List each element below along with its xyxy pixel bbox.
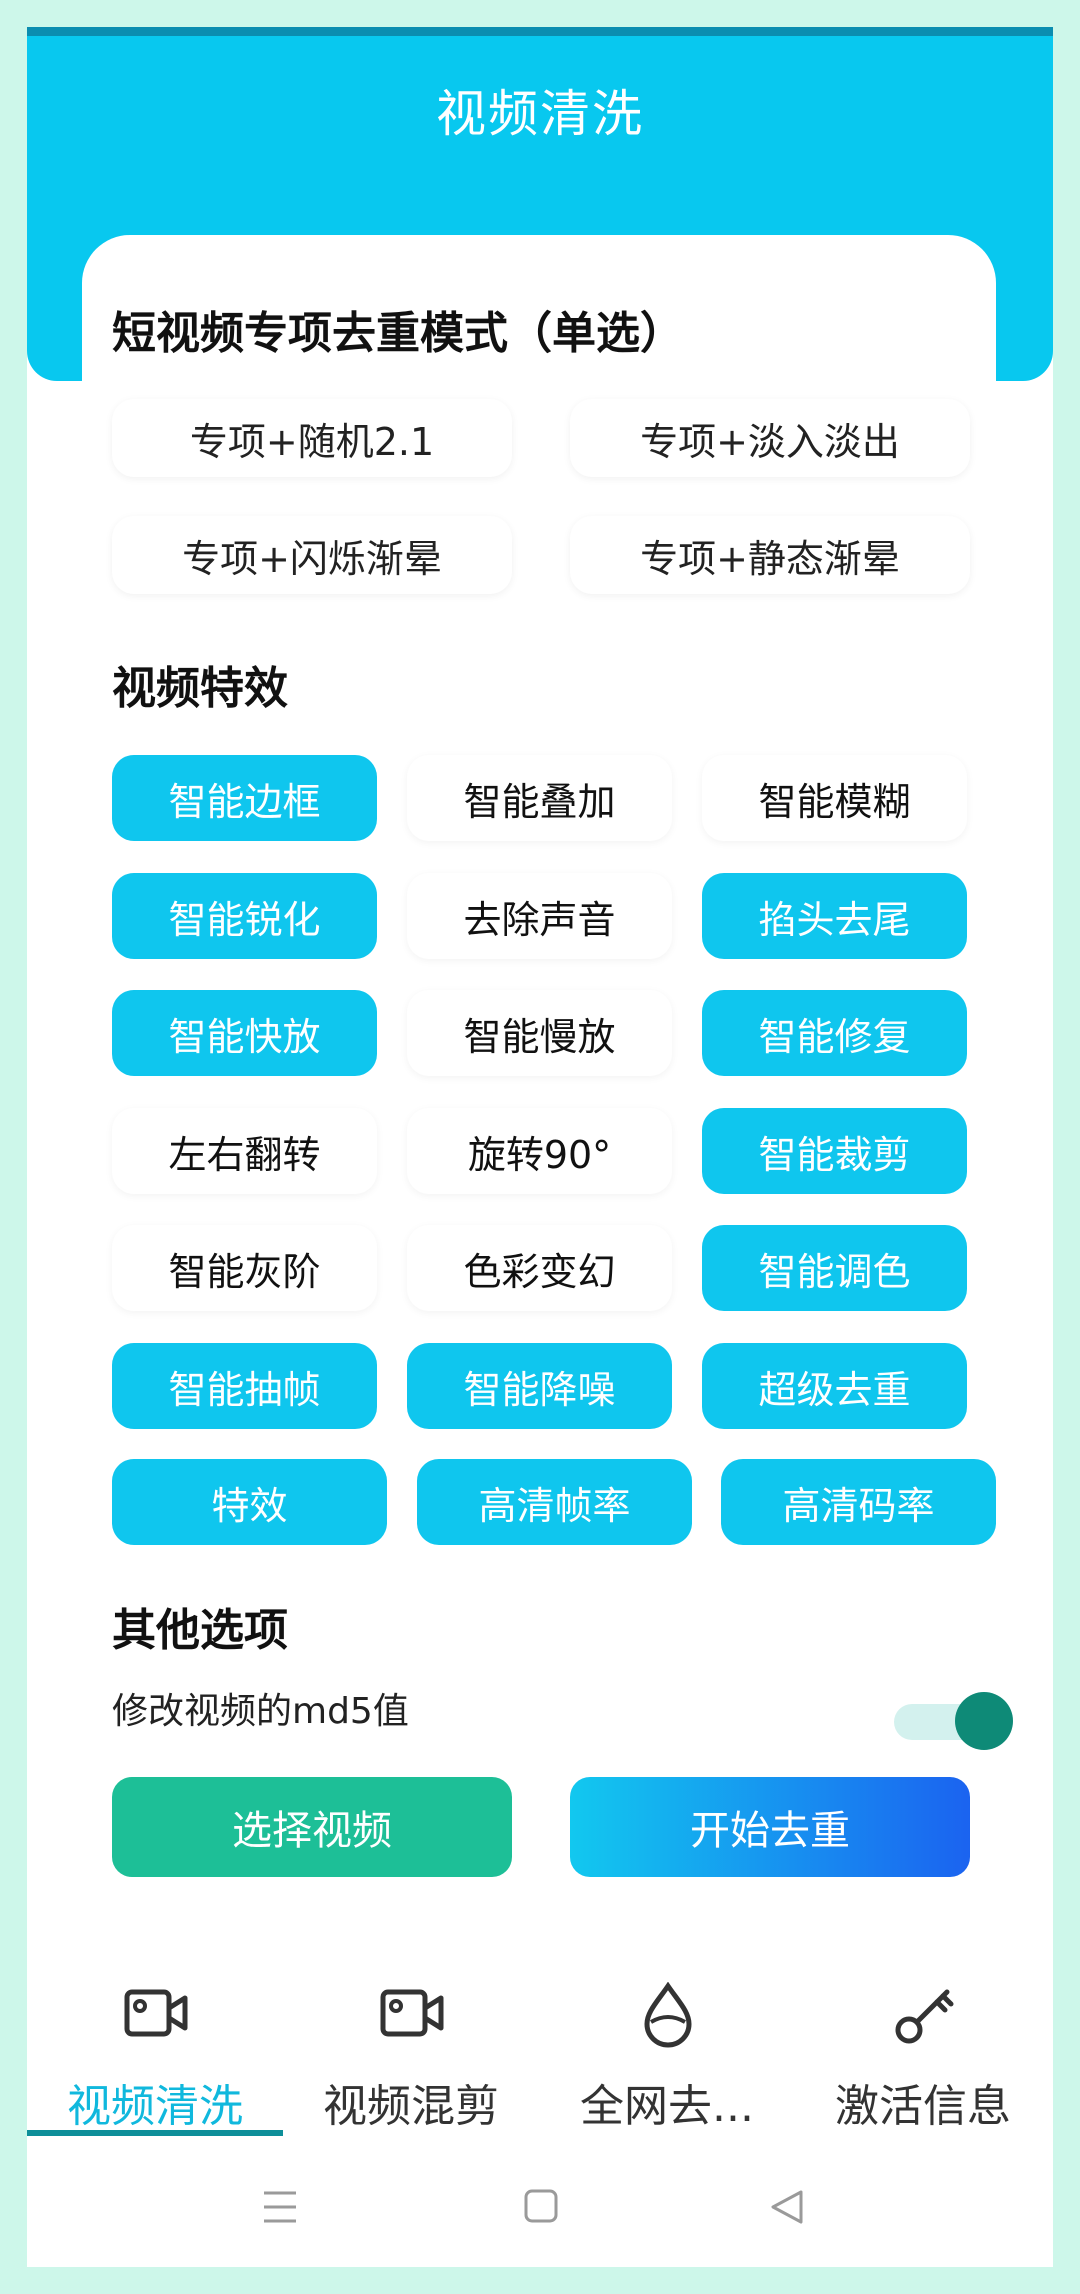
- phone-screen: 视频清洗 短视频专项去重模式（单选） 专项+随机2.1 专项+淡入淡出 专项+闪…: [27, 27, 1053, 2267]
- select-video-button[interactable]: 选择视频: [112, 1777, 512, 1877]
- effect-grayscale[interactable]: 智能灰阶: [112, 1225, 377, 1311]
- water-drop-icon: [644, 1982, 692, 2048]
- md5-option-label: 修改视频的md5值: [112, 1691, 409, 1732]
- effects-section-title: 视频特效: [112, 663, 288, 714]
- page-title: 视频清洗: [436, 85, 644, 143]
- menu-icon[interactable]: [260, 2189, 300, 2225]
- home-icon[interactable]: [520, 2189, 560, 2225]
- mode-option-fade[interactable]: 专项+淡入淡出: [570, 399, 970, 477]
- effect-hd-bitrate[interactable]: 高清码率: [721, 1459, 996, 1545]
- key-icon: [895, 1989, 954, 2044]
- effect-denoise[interactable]: 智能降噪: [407, 1343, 672, 1429]
- tab-video-mix[interactable]: 视频混剪: [283, 1962, 539, 2162]
- effect-smart-overlay[interactable]: 智能叠加: [407, 755, 672, 841]
- back-icon[interactable]: [767, 2189, 807, 2225]
- effect-super-dedup[interactable]: 超级去重: [702, 1343, 967, 1429]
- active-tab-indicator: [27, 2130, 283, 2136]
- effect-smart-border[interactable]: 智能边框: [112, 755, 377, 841]
- tab-label: 激活信息: [835, 2081, 1011, 2132]
- video-camera-icon: [124, 1989, 188, 2037]
- effect-frame-drop[interactable]: 智能抽帧: [112, 1343, 377, 1429]
- tab-label: 视频清洗: [67, 2081, 243, 2132]
- effect-remove-audio[interactable]: 去除声音: [407, 873, 672, 959]
- effect-trim-ends[interactable]: 掐头去尾: [702, 873, 967, 959]
- effect-rotate-90[interactable]: 旋转90°: [407, 1108, 672, 1194]
- mode-option-random[interactable]: 专项+随机2.1: [112, 399, 512, 477]
- mode-option-static-vignette[interactable]: 专项+静态渐晕: [570, 516, 970, 594]
- tab-label: 全网去...: [580, 2081, 754, 2132]
- tab-web-dedup[interactable]: 全网去...: [539, 1962, 795, 2162]
- system-navigation-bar: [27, 2147, 1053, 2267]
- effect-color-grade[interactable]: 智能调色: [702, 1225, 967, 1311]
- effect-smart-sharpen[interactable]: 智能锐化: [112, 873, 377, 959]
- md5-toggle-knob[interactable]: [955, 1692, 1013, 1750]
- start-dedup-button[interactable]: 开始去重: [570, 1777, 970, 1877]
- effect-smart-blur[interactable]: 智能模糊: [702, 755, 967, 841]
- tab-activation-info[interactable]: 激活信息: [795, 1962, 1051, 2162]
- effect-special[interactable]: 特效: [112, 1459, 387, 1545]
- other-section-title: 其他选项: [112, 1605, 288, 1656]
- effect-slow-motion[interactable]: 智能慢放: [407, 990, 672, 1076]
- effect-flip-horizontal[interactable]: 左右翻转: [112, 1108, 377, 1194]
- effect-fast-forward[interactable]: 智能快放: [112, 990, 377, 1076]
- effect-smart-repair[interactable]: 智能修复: [702, 990, 967, 1076]
- effect-smart-crop[interactable]: 智能裁剪: [702, 1108, 967, 1194]
- effect-color-shift[interactable]: 色彩变幻: [407, 1225, 672, 1311]
- tab-label: 视频混剪: [323, 2081, 499, 2132]
- mode-section-title: 短视频专项去重模式（单选）: [112, 308, 684, 359]
- effect-hd-framerate[interactable]: 高清帧率: [417, 1459, 692, 1545]
- mode-option-flicker-vignette[interactable]: 专项+闪烁渐晕: [112, 516, 512, 594]
- video-camera-icon: [380, 1989, 444, 2037]
